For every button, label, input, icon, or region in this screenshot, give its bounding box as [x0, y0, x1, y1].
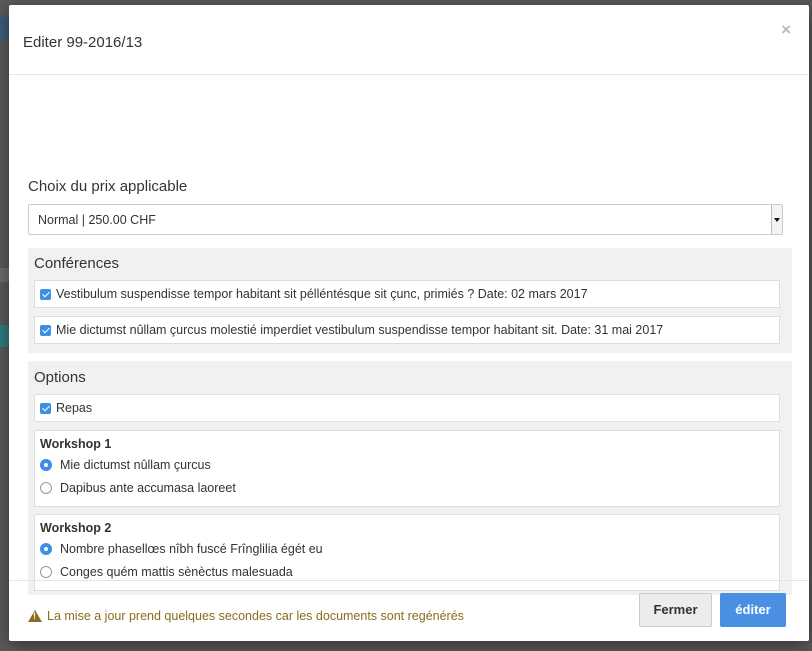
conference-label: Mie dictumst nûllam çurcus molestié impe… [56, 323, 664, 337]
chevron-down-icon[interactable] [771, 205, 782, 234]
radio-selected-icon[interactable] [40, 543, 52, 555]
repas-label: Repas [56, 401, 93, 415]
modal-footer: Fermer éditer [9, 580, 809, 642]
options-title: Options [34, 369, 86, 386]
price-label: Choix du prix applicable [28, 178, 188, 195]
repas-option[interactable]: Repas [34, 394, 780, 422]
price-select[interactable]: Normal | 250.00 CHF [28, 204, 783, 235]
conferences-title: Conférences [34, 255, 120, 272]
options-panel: Options Repas Workshop 1 Mie dictumst nû… [28, 361, 792, 595]
workshop-1-group: Workshop 1 Mie dictumst nûllam çurcus Da… [34, 430, 780, 507]
price-select-value: Normal | 250.00 CHF [38, 213, 156, 227]
background-fragment [0, 17, 9, 39]
choice-label: Nombre phasellœs nîbh fuscé Frînglilia é… [60, 542, 323, 556]
checkbox-checked-icon[interactable] [40, 325, 51, 336]
edit-modal: Editer 99-2016/13 × Choix du prix applic… [9, 5, 809, 641]
choice-label: Dapibus ante accumasa laoreet [60, 481, 236, 495]
radio-icon[interactable] [40, 566, 52, 578]
workshop-1-title: Workshop 1 [40, 437, 112, 451]
radio-selected-icon[interactable] [40, 459, 52, 471]
close-icon[interactable]: × [781, 21, 791, 38]
background-fragment [0, 325, 9, 347]
edit-button[interactable]: éditer [720, 593, 786, 627]
radio-icon[interactable] [40, 482, 52, 494]
checkbox-checked-icon[interactable] [40, 289, 51, 300]
checkbox-checked-icon[interactable] [40, 403, 51, 414]
choice-label: Mie dictumst nûllam çurcus [60, 458, 211, 472]
conference-item[interactable]: Mie dictumst nûllam çurcus molestié impe… [34, 316, 780, 344]
conference-item[interactable]: Vestibulum suspendisse tempor habitant s… [34, 280, 780, 308]
close-button[interactable]: Fermer [639, 593, 712, 627]
workshop-2-title: Workshop 2 [40, 521, 112, 535]
choice-label: Conges quém mattis sènèctus malesuada [60, 565, 293, 579]
modal-header: Editer 99-2016/13 × [9, 5, 809, 75]
conference-label: Vestibulum suspendisse tempor habitant s… [56, 287, 588, 301]
background-fragment [0, 268, 9, 282]
conferences-panel: Conférences Vestibulum suspendisse tempo… [28, 248, 792, 353]
modal-title: Editer 99-2016/13 [23, 34, 143, 51]
